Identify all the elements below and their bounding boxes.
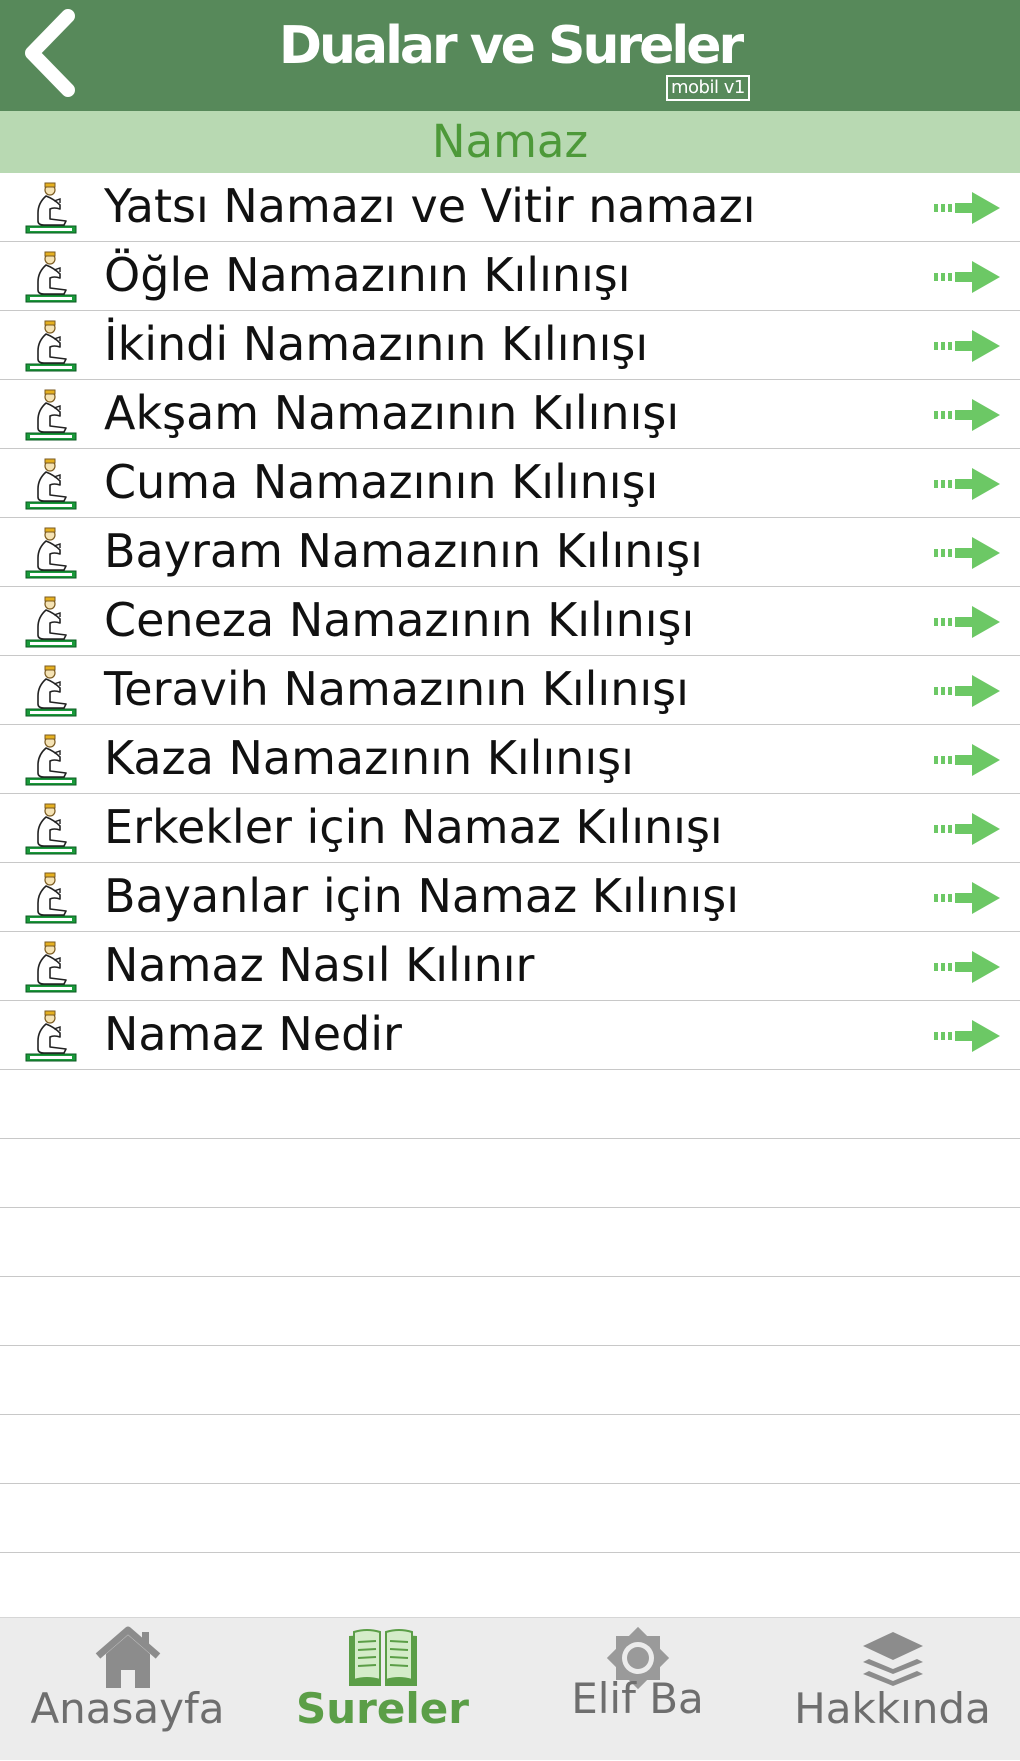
list-item[interactable]: Bayram Namazının Kılınışı: [0, 518, 1020, 587]
list-item-label: Yatsı Namazı ve Vitir namazı: [104, 179, 756, 233]
list-item[interactable]: Akşam Namazının Kılınışı: [0, 380, 1020, 449]
tab-anasayfa[interactable]: Anasayfa: [0, 1618, 255, 1761]
list-item[interactable]: Namaz Nasıl Kılınır: [0, 932, 1020, 1001]
praying-man-icon: [25, 941, 77, 993]
tab-hakk-nda[interactable]: Hakkında: [765, 1618, 1020, 1761]
list-item[interactable]: Bayanlar için Namaz Kılınışı: [0, 863, 1020, 932]
dotted-arrow-right-icon: [934, 951, 1000, 983]
app-title: Dualar ve Sureler: [278, 16, 744, 76]
praying-man-icon: [25, 389, 77, 441]
prayer-list: Yatsı Namazı ve Vitir namazı Öğle Namazı…: [0, 173, 1020, 1553]
praying-man-icon: [25, 320, 77, 372]
tab-label: Elif Ba: [571, 1674, 704, 1723]
list-item-label: Cuma Namazının Kılınışı: [104, 455, 659, 509]
empty-row: [0, 1346, 1020, 1415]
dotted-arrow-right-icon: [934, 192, 1000, 224]
navigation-bar: Dualar ve Sureler mobil v1: [0, 0, 1020, 111]
dotted-arrow-right-icon: [934, 330, 1000, 362]
praying-man-icon: [25, 251, 77, 303]
praying-man-icon: [25, 1010, 77, 1062]
list-item-label: Namaz Nasıl Kılınır: [104, 938, 535, 992]
dotted-arrow-right-icon: [934, 1020, 1000, 1052]
list-item[interactable]: Cuma Namazının Kılınışı: [0, 449, 1020, 518]
praying-man-icon: [25, 527, 77, 579]
list-item-label: Erkekler için Namaz Kılınışı: [104, 800, 723, 854]
list-item-label: Teravih Namazının Kılınışı: [104, 662, 689, 716]
dotted-arrow-right-icon: [934, 675, 1000, 707]
list-item-label: Akşam Namazının Kılınışı: [104, 386, 680, 440]
empty-row: [0, 1208, 1020, 1277]
list-item[interactable]: Öğle Namazının Kılınışı: [0, 242, 1020, 311]
list-item[interactable]: Yatsı Namazı ve Vitir namazı: [0, 173, 1020, 242]
list-item-label: Öğle Namazının Kılınışı: [104, 248, 631, 302]
list-item[interactable]: İkindi Namazının Kılınışı: [0, 311, 1020, 380]
tab-label: Sureler: [296, 1684, 469, 1733]
dotted-arrow-right-icon: [934, 744, 1000, 776]
dotted-arrow-right-icon: [934, 537, 1000, 569]
list-item-label: Bayram Namazının Kılınışı: [104, 524, 703, 578]
empty-row: [0, 1070, 1020, 1139]
tab-bar: Anasayfa Sureler Elif Ba Hakkında: [0, 1617, 1020, 1760]
list-item[interactable]: Kaza Namazının Kılınışı: [0, 725, 1020, 794]
tab-label: Anasayfa: [30, 1684, 225, 1733]
list-item[interactable]: Namaz Nedir: [0, 1001, 1020, 1070]
list-item[interactable]: Erkekler için Namaz Kılınışı: [0, 794, 1020, 863]
dotted-arrow-right-icon: [934, 261, 1000, 293]
dotted-arrow-right-icon: [934, 882, 1000, 914]
list-item-label: Namaz Nedir: [104, 1007, 402, 1061]
praying-man-icon: [25, 596, 77, 648]
empty-row: [0, 1484, 1020, 1553]
tab-elif-ba[interactable]: Elif Ba: [510, 1618, 765, 1761]
praying-man-icon: [25, 803, 77, 855]
praying-man-icon: [25, 734, 77, 786]
praying-man-icon: [25, 458, 77, 510]
praying-man-icon: [25, 872, 77, 924]
list-item[interactable]: Teravih Namazının Kılınışı: [0, 656, 1020, 725]
section-header: Namaz: [0, 111, 1020, 173]
app-logo: Dualar ve Sureler mobil v1: [0, 0, 1020, 111]
list-item[interactable]: Ceneza Namazının Kılınışı: [0, 587, 1020, 656]
empty-row: [0, 1415, 1020, 1484]
list-item-label: Bayanlar için Namaz Kılınışı: [104, 869, 739, 923]
tab-sureler[interactable]: Sureler: [255, 1618, 510, 1761]
praying-man-icon: [25, 182, 77, 234]
dotted-arrow-right-icon: [934, 606, 1000, 638]
praying-man-icon: [25, 665, 77, 717]
list-item-label: Kaza Namazının Kılınışı: [104, 731, 634, 785]
list-item-label: Ceneza Namazının Kılınışı: [104, 593, 695, 647]
empty-row: [0, 1139, 1020, 1208]
empty-row: [0, 1277, 1020, 1346]
dotted-arrow-right-icon: [934, 813, 1000, 845]
list-item-label: İkindi Namazının Kılınışı: [104, 317, 649, 371]
tab-label: Hakkında: [794, 1684, 991, 1733]
dotted-arrow-right-icon: [934, 468, 1000, 500]
dotted-arrow-right-icon: [934, 399, 1000, 431]
version-badge: mobil v1: [666, 75, 750, 101]
